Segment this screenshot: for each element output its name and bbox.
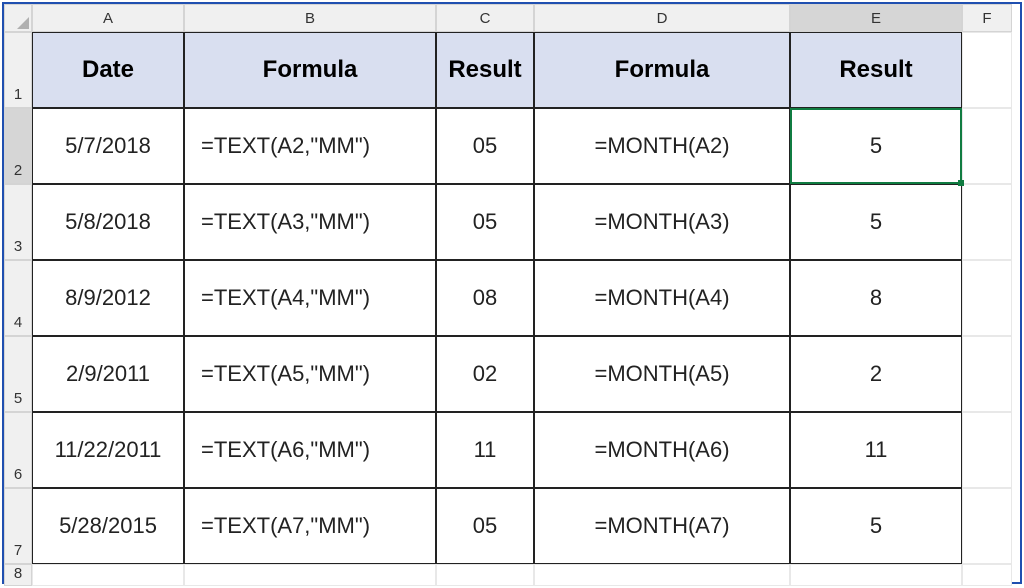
cell-C8[interactable] [436,564,534,586]
grid: A B C D E F 1 Date Formula Result Formul… [4,4,1020,586]
cell-A3[interactable]: 5/8/2018 [32,184,184,260]
cell-A8[interactable] [32,564,184,586]
row-header-3[interactable]: 3 [4,184,32,260]
cell-D3[interactable]: =MONTH(A3) [534,184,790,260]
cell-C4[interactable]: 08 [436,260,534,336]
cell-E5[interactable]: 2 [790,336,962,412]
cell-D8[interactable] [534,564,790,586]
col-header-C[interactable]: C [436,4,534,32]
header-formula2[interactable]: Formula [534,32,790,108]
cell-D7[interactable]: =MONTH(A7) [534,488,790,564]
cell-B2[interactable]: =TEXT(A2,"MM") [184,108,436,184]
cell-D5[interactable]: =MONTH(A5) [534,336,790,412]
cell-B6[interactable]: =TEXT(A6,"MM") [184,412,436,488]
select-all-corner[interactable] [4,4,32,32]
cell-F1[interactable] [962,32,1012,108]
cell-F3[interactable] [962,184,1012,260]
row-header-7[interactable]: 7 [4,488,32,564]
row-header-5[interactable]: 5 [4,336,32,412]
spreadsheet-frame: A B C D E F 1 Date Formula Result Formul… [2,2,1022,584]
cell-A2[interactable]: 5/7/2018 [32,108,184,184]
header-result1[interactable]: Result [436,32,534,108]
cell-C6[interactable]: 11 [436,412,534,488]
cell-F7[interactable] [962,488,1012,564]
col-header-B[interactable]: B [184,4,436,32]
cell-E3[interactable]: 5 [790,184,962,260]
col-header-A[interactable]: A [32,4,184,32]
cell-C5[interactable]: 02 [436,336,534,412]
cell-B3[interactable]: =TEXT(A3,"MM") [184,184,436,260]
cell-B8[interactable] [184,564,436,586]
cell-E7[interactable]: 5 [790,488,962,564]
cell-A5[interactable]: 2/9/2011 [32,336,184,412]
cell-E6[interactable]: 11 [790,412,962,488]
header-date[interactable]: Date [32,32,184,108]
row-header-4[interactable]: 4 [4,260,32,336]
cell-F5[interactable] [962,336,1012,412]
cell-B4[interactable]: =TEXT(A4,"MM") [184,260,436,336]
header-result2[interactable]: Result [790,32,962,108]
cell-E2-selected[interactable]: 5 [790,108,962,184]
cell-A6[interactable]: 11/22/2011 [32,412,184,488]
col-header-F[interactable]: F [962,4,1012,32]
row-header-8[interactable]: 8 [4,564,32,586]
cell-B5[interactable]: =TEXT(A5,"MM") [184,336,436,412]
cell-F6[interactable] [962,412,1012,488]
cell-A7[interactable]: 5/28/2015 [32,488,184,564]
cell-B7[interactable]: =TEXT(A7,"MM") [184,488,436,564]
cell-E4[interactable]: 8 [790,260,962,336]
cell-F2[interactable] [962,108,1012,184]
row-header-2[interactable]: 2 [4,108,32,184]
cell-D6[interactable]: =MONTH(A6) [534,412,790,488]
cell-A4[interactable]: 8/9/2012 [32,260,184,336]
row-header-6[interactable]: 6 [4,412,32,488]
cell-D4[interactable]: =MONTH(A4) [534,260,790,336]
cell-F8[interactable] [962,564,1012,586]
cell-C3[interactable]: 05 [436,184,534,260]
cell-D2[interactable]: =MONTH(A2) [534,108,790,184]
col-header-E[interactable]: E [790,4,962,32]
cell-E8[interactable] [790,564,962,586]
cell-C2[interactable]: 05 [436,108,534,184]
row-header-1[interactable]: 1 [4,32,32,108]
cell-C7[interactable]: 05 [436,488,534,564]
col-header-D[interactable]: D [534,4,790,32]
header-formula1[interactable]: Formula [184,32,436,108]
cell-F4[interactable] [962,260,1012,336]
